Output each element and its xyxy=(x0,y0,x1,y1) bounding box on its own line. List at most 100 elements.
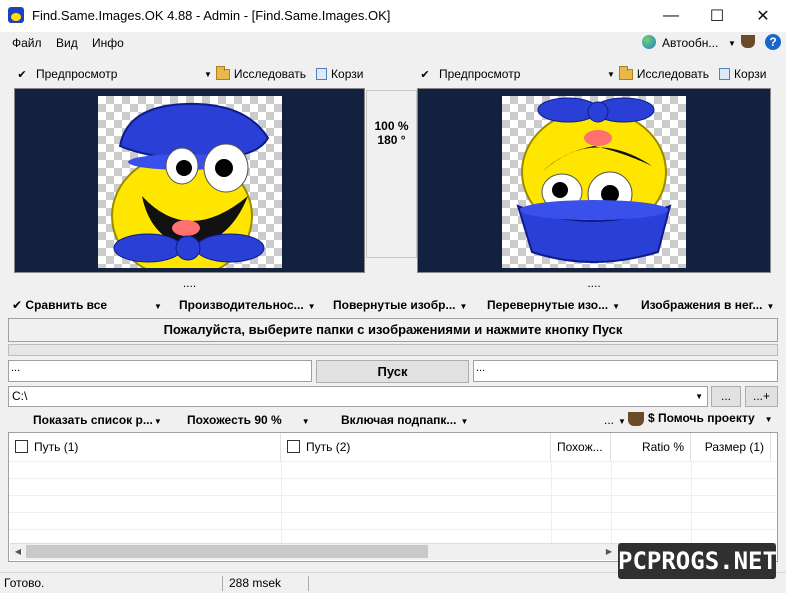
flipped-label: Перевернутые изо... xyxy=(487,298,609,312)
scroll-right-icon[interactable]: ▶ xyxy=(602,545,616,558)
column-divider xyxy=(281,461,282,545)
table-row[interactable] xyxy=(9,512,777,529)
select-all-path1-checkbox[interactable] xyxy=(15,440,28,454)
close-button[interactable]: ✕ xyxy=(740,0,786,32)
column-path1-label: Путь (1) xyxy=(34,440,79,454)
menu-view[interactable]: Вид xyxy=(56,36,78,50)
maximize-button[interactable]: ☐ xyxy=(694,0,740,32)
performance-dropdown[interactable]: Производительнос... ▼ xyxy=(179,298,320,312)
left-folder-field[interactable]: ... xyxy=(8,360,312,382)
compare-all-dropdown[interactable]: ✔ Сравнить все xyxy=(12,298,107,312)
left-preview-panel[interactable] xyxy=(14,88,365,273)
show-list-dropdown[interactable]: Показать список р...▼ xyxy=(33,413,166,427)
donate-dropdown[interactable]: $ Помочь проекту ▼ xyxy=(628,411,777,426)
left-explore-button[interactable]: Исследовать xyxy=(234,67,306,81)
right-preview-check-icon[interactable]: ✔ xyxy=(417,68,433,81)
status-message: Пожалуйста, выберите папки с изображения… xyxy=(8,318,778,342)
help-icon[interactable]: ? xyxy=(765,34,781,50)
options-bar: Показать список р...▼ Похожесть 90 % ▼ Вк… xyxy=(0,410,786,430)
right-recycle-bin-icon xyxy=(719,68,731,80)
column-divider xyxy=(611,461,612,545)
auto-update-menu[interactable]: Автообн... xyxy=(662,36,718,50)
coffee-cup-icon[interactable] xyxy=(741,35,755,48)
progress-bar xyxy=(8,344,778,356)
compare-all-label: Сравнить все xyxy=(25,298,108,312)
column-header-similarity[interactable]: Похож... xyxy=(551,433,611,461)
left-preview-toolbar: ✔ Предпросмотр ▼ Исследовать Корзи xyxy=(14,63,366,85)
left-preview-check-icon[interactable]: ✔ xyxy=(14,68,30,81)
column-header-path2[interactable]: Путь (2) xyxy=(281,433,551,461)
select-all-path2-checkbox[interactable] xyxy=(287,440,300,454)
similarity-dropdown-icon: ▼ xyxy=(301,417,310,426)
left-recycle-bin-icon xyxy=(316,68,328,80)
table-row[interactable] xyxy=(9,495,777,512)
right-folder-icon xyxy=(618,65,633,80)
show-list-label: Показать список р... xyxy=(33,413,153,427)
table-row[interactable] xyxy=(9,461,777,478)
column-header-size[interactable]: Размер (1) xyxy=(691,433,771,461)
include-subfolders-dropdown[interactable]: Включая подпапк... ▼ xyxy=(341,413,472,427)
path-value: C:\ xyxy=(12,389,28,403)
similarity-label: Похожесть 90 % xyxy=(187,413,282,427)
minimize-button[interactable]: — xyxy=(648,0,694,32)
left-preview-image xyxy=(98,96,282,268)
start-button[interactable]: Пуск xyxy=(316,360,469,383)
rotated-dropdown-icon: ▼ xyxy=(459,302,468,311)
filter-bar: ✔ Сравнить все ▼ Производительнос... ▼ По… xyxy=(0,296,786,314)
donate-more-button[interactable]: ... ▼ xyxy=(604,413,630,427)
table-row[interactable] xyxy=(9,478,777,495)
menu-info[interactable]: Инфо xyxy=(92,36,124,50)
negative-label: Изображения в нег... xyxy=(641,298,763,312)
status-divider xyxy=(222,576,223,591)
negative-dropdown[interactable]: Изображения в нег... ▼ xyxy=(641,298,778,312)
zoom-angle-panel: 100 % 180 ° xyxy=(366,90,417,258)
path-combobox[interactable]: C:\ ▼ xyxy=(8,386,708,407)
flipped-dropdown-icon: ▼ xyxy=(612,302,621,311)
include-subfolders-dropdown-icon: ▼ xyxy=(460,417,469,426)
status-divider xyxy=(308,576,309,591)
add-path-button[interactable]: ...+ xyxy=(745,386,778,407)
right-preview-image xyxy=(502,96,686,268)
right-preview-label[interactable]: Предпросмотр xyxy=(439,67,603,81)
auto-update-dropdown-icon[interactable]: ▼ xyxy=(728,39,736,48)
negative-dropdown-icon: ▼ xyxy=(766,302,775,311)
window-title: Find.Same.Images.OK 4.88 - Admin - [Find… xyxy=(32,8,391,23)
right-preview-panel[interactable] xyxy=(417,88,771,273)
column-divider xyxy=(551,461,552,545)
rotated-dropdown[interactable]: Повернутые изобр... ▼ xyxy=(333,298,471,312)
left-folder-icon xyxy=(215,65,230,80)
scrollbar-thumb[interactable] xyxy=(26,545,428,558)
coffee-icon xyxy=(628,411,644,426)
right-preview-toolbar: ✔ Предпросмотр ▼ Исследовать Корзи xyxy=(417,63,778,85)
right-recycle-bin-button[interactable]: Корзи xyxy=(734,67,766,81)
compare-all-dropdown-icon[interactable]: ▼ xyxy=(150,298,166,312)
status-time: 288 msek xyxy=(229,576,282,590)
right-explore-button[interactable]: Исследовать xyxy=(637,67,709,81)
angle-value: 180 ° xyxy=(377,133,406,147)
globe-icon xyxy=(642,35,656,49)
right-preview-dropdown-icon[interactable]: ▼ xyxy=(607,70,615,79)
menu-file[interactable]: Файл xyxy=(12,36,42,50)
performance-label: Производительнос... xyxy=(179,298,304,312)
scroll-left-icon[interactable]: ◀ xyxy=(11,545,25,558)
left-recycle-bin-button[interactable]: Корзи xyxy=(331,67,363,81)
column-divider xyxy=(691,461,692,545)
path-dropdown-icon[interactable]: ▼ xyxy=(695,387,703,406)
flipped-dropdown[interactable]: Перевернутые изо... ▼ xyxy=(487,298,624,312)
include-subfolders-label: Включая подпапк... xyxy=(341,413,457,427)
app-icon xyxy=(8,7,24,23)
left-preview-label[interactable]: Предпросмотр xyxy=(36,67,200,81)
watermark-logo: PCPROGS.NET xyxy=(618,543,777,579)
donate-more-dropdown-icon: ▼ xyxy=(618,417,626,426)
similarity-dropdown[interactable]: Похожесть 90 % ▼ xyxy=(187,413,314,427)
donate-label: $ Помочь проекту xyxy=(648,411,755,425)
browse-button[interactable]: ... xyxy=(711,386,741,407)
left-preview-dropdown-icon[interactable]: ▼ xyxy=(204,70,212,79)
rotated-label: Повернутые изобр... xyxy=(333,298,456,312)
column-path2-label: Путь (2) xyxy=(306,440,351,454)
right-folder-field[interactable]: ... xyxy=(473,360,778,382)
show-list-dropdown-icon: ▼ xyxy=(153,417,162,426)
donate-dropdown-icon: ▼ xyxy=(764,415,773,424)
column-header-ratio[interactable]: Ratio % xyxy=(611,433,691,461)
column-header-path1[interactable]: Путь (1) xyxy=(9,433,281,461)
